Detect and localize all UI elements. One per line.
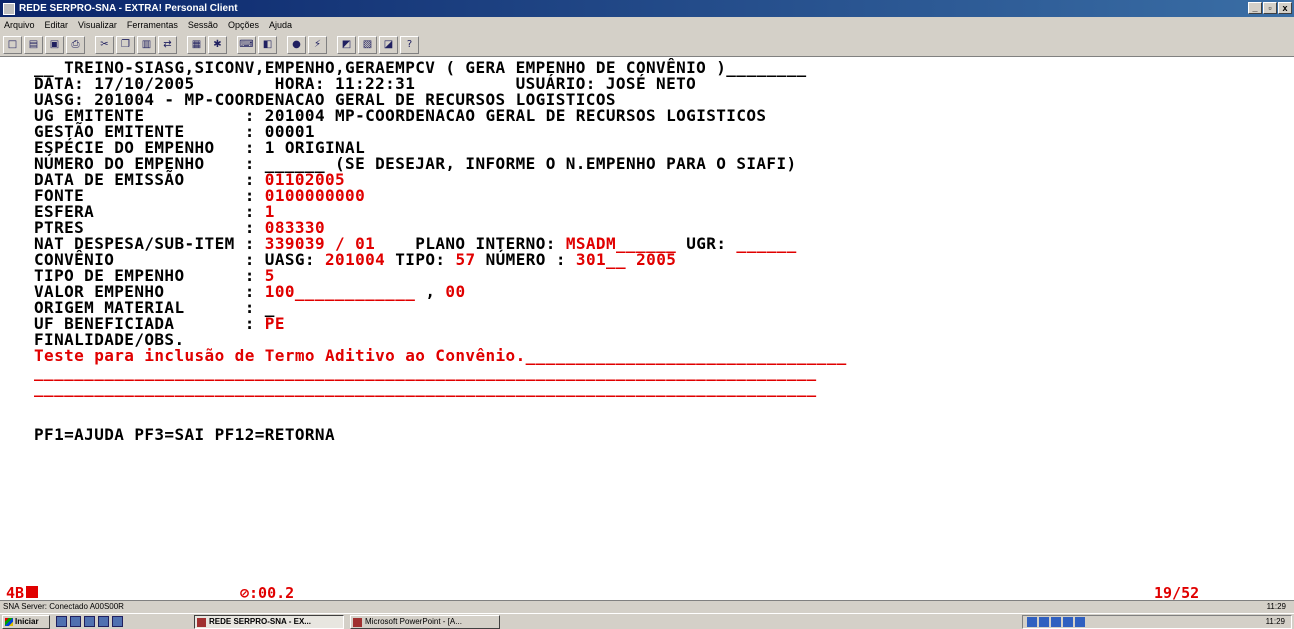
menu-visualizar[interactable]: Visualizar bbox=[78, 20, 117, 30]
task-powerpoint[interactable]: Microsoft PowerPoint - [A... bbox=[350, 615, 500, 629]
macro-icon[interactable]: ✱ bbox=[208, 35, 227, 54]
sna-status-text: SNA Server: Conectado A00S00R bbox=[3, 602, 124, 611]
paste-icon[interactable]: ▥ bbox=[137, 35, 156, 54]
properties-icon[interactable]: ◪ bbox=[379, 35, 398, 54]
transfer-icon[interactable]: ⇄ bbox=[158, 35, 177, 54]
keyboard-icon[interactable]: ⌨ bbox=[237, 35, 256, 54]
color-icon[interactable]: ◧ bbox=[258, 35, 277, 54]
system-tray: 11:29 bbox=[1022, 615, 1292, 629]
explorer-icon[interactable] bbox=[70, 616, 81, 627]
menu-ferramentas[interactable]: Ferramentas bbox=[127, 20, 178, 30]
tray-network-icon[interactable] bbox=[1027, 617, 1037, 627]
pf-keys-help: PF1=AJUDA PF3=SAI PF12=RETORNA bbox=[34, 425, 335, 444]
menu-bar: Arquivo Editar Visualizar Ferramentas Se… bbox=[0, 17, 1294, 33]
menu-editar[interactable]: Editar bbox=[45, 20, 69, 30]
menu-sessao[interactable]: Sessão bbox=[188, 20, 218, 30]
sna-status-bar: SNA Server: Conectado A00S00R 11:29 bbox=[0, 600, 1294, 613]
window-controls: _ ▫ x bbox=[1248, 2, 1292, 14]
folder-icon[interactable] bbox=[112, 616, 123, 627]
open-icon[interactable]: ▤ bbox=[24, 35, 43, 54]
window-title-bar[interactable]: REDE SERPRO-SNA - EXTRA! Personal Client… bbox=[0, 0, 1294, 17]
settings-icon[interactable]: ▧ bbox=[358, 35, 377, 54]
toolbar: □ ▤ ▣ ⎙ ✂ ❐ ▥ ⇄ ▦ ✱ ⌨ ◧ ● ⚡ ◩ ▧ ◪ ? bbox=[0, 33, 1294, 57]
tray-volume-icon[interactable] bbox=[1039, 617, 1049, 627]
help-icon[interactable]: ? bbox=[400, 35, 419, 54]
quick-launch bbox=[56, 616, 123, 627]
terminal-screen[interactable]: __ TREINO-SIASG,SICONV,EMPENHO,GERAEMPCV… bbox=[0, 57, 1294, 585]
session-icon[interactable]: ▦ bbox=[187, 35, 206, 54]
tray-language-icon[interactable] bbox=[1075, 617, 1085, 627]
tray-antivirus-icon[interactable] bbox=[1051, 617, 1061, 627]
print-icon[interactable]: ⎙ bbox=[66, 35, 85, 54]
cut-icon[interactable]: ✂ bbox=[95, 35, 114, 54]
menu-opcoes[interactable]: Opções bbox=[228, 20, 259, 30]
tray-icons bbox=[1027, 617, 1085, 627]
taskbar: Iniciar REDE SERPRO-SNA - EX... Microsof… bbox=[0, 613, 1294, 629]
sna-status-clock: 11:29 bbox=[1266, 602, 1286, 611]
close-button[interactable]: x bbox=[1278, 2, 1292, 14]
tray-sna-icon[interactable] bbox=[1063, 617, 1073, 627]
new-icon[interactable]: □ bbox=[3, 35, 22, 54]
task-rede-serpro[interactable]: REDE SERPRO-SNA - EX... bbox=[194, 615, 344, 629]
status-block-icon bbox=[26, 586, 38, 598]
window-title: REDE SERPRO-SNA - EXTRA! Personal Client bbox=[19, 3, 238, 14]
minimize-button[interactable]: _ bbox=[1248, 2, 1262, 14]
ie-icon[interactable] bbox=[84, 616, 95, 627]
tray-clock: 11:29 bbox=[1265, 617, 1285, 626]
connect-icon[interactable]: ⚡ bbox=[308, 35, 327, 54]
obs-line-3[interactable]: ________________________________________… bbox=[34, 380, 817, 396]
desktop-icon[interactable] bbox=[56, 616, 67, 627]
maximize-button[interactable]: ▫ bbox=[1263, 2, 1277, 14]
menu-ajuda[interactable]: Ajuda bbox=[269, 20, 292, 30]
terminal-status-row: 4B ⊘:00.2 19/52 bbox=[0, 584, 1294, 602]
menu-arquivo[interactable]: Arquivo bbox=[4, 20, 35, 30]
outlook-icon[interactable] bbox=[98, 616, 109, 627]
copy-icon[interactable]: ❐ bbox=[116, 35, 135, 54]
app-icon bbox=[3, 2, 15, 15]
record-icon[interactable]: ● bbox=[287, 35, 306, 54]
save-icon[interactable]: ▣ bbox=[45, 35, 64, 54]
start-button[interactable]: Iniciar bbox=[2, 615, 50, 629]
hotspot-icon[interactable]: ◩ bbox=[337, 35, 356, 54]
